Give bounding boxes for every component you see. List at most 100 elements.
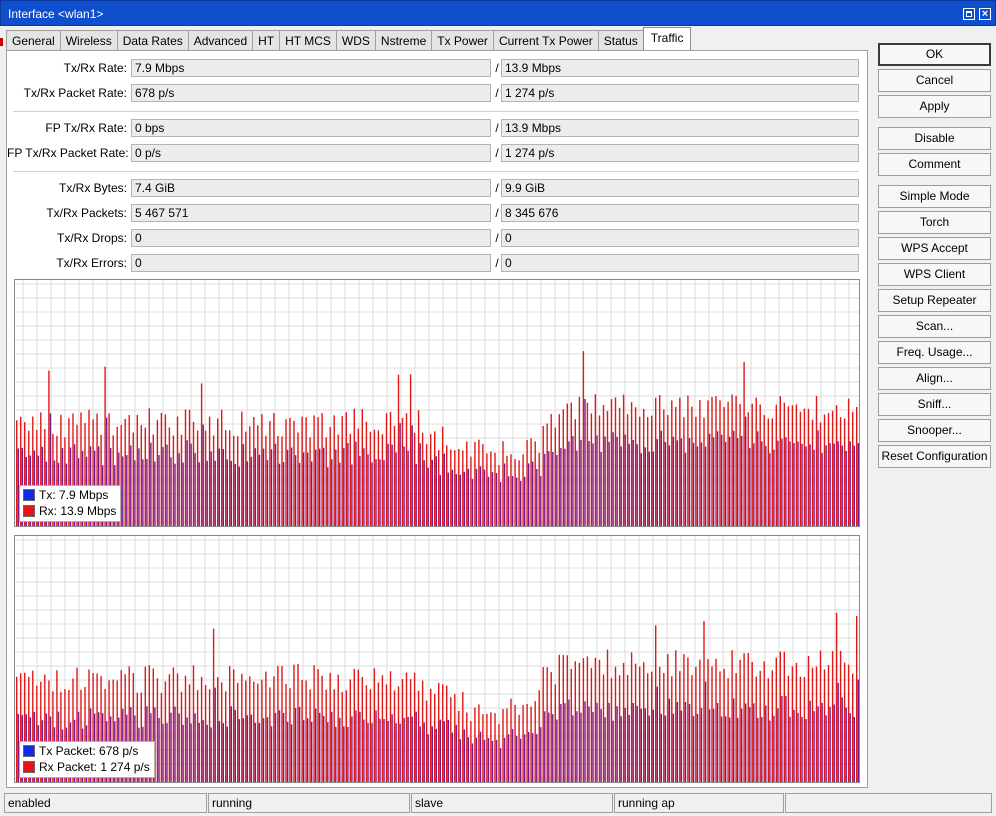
tx-bar: [712, 708, 715, 782]
rx-bar: [425, 444, 428, 526]
traffic-panel: Tx/Rx Rate: 7.9 Mbps / 13.9 Mbps Tx/Rx P…: [6, 50, 868, 788]
tx-packet-rate-field[interactable]: 678 p/s: [131, 84, 491, 102]
tx-bar: [520, 738, 522, 782]
tx-bar: [720, 716, 723, 782]
cancel-button[interactable]: Cancel: [878, 69, 991, 92]
rx-packet-rate-field[interactable]: 1 274 p/s: [501, 84, 859, 102]
tab-advanced[interactable]: Advanced: [187, 30, 254, 50]
tx-bar: [210, 727, 212, 782]
rx-bar: [643, 409, 645, 526]
fp-rx-rate-field[interactable]: 13.9 Mbps: [501, 119, 859, 137]
snooper-button[interactable]: Snooper...: [878, 419, 991, 442]
rx-bar: [687, 657, 689, 782]
tx-bar: [556, 719, 558, 782]
tx-bar: [262, 718, 265, 782]
tx-bar: [254, 722, 257, 782]
tx-rate-field[interactable]: 7.9 Mbps: [131, 59, 491, 77]
tx-drops-field[interactable]: 0: [131, 229, 491, 247]
rx-bar: [221, 682, 223, 782]
tab-tx-power[interactable]: Tx Power: [431, 30, 494, 50]
tab-current-tx-power[interactable]: Current Tx Power: [492, 30, 599, 50]
fp-tx-rate-field[interactable]: 0 bps: [131, 119, 491, 137]
tx-bar: [805, 719, 807, 782]
tab-data-rates[interactable]: Data Rates: [116, 30, 189, 50]
tab-wireless[interactable]: Wireless: [59, 30, 118, 50]
rx-bar: [486, 453, 488, 526]
rx-drops-field[interactable]: 0: [501, 229, 859, 247]
scan-button[interactable]: Scan...: [878, 315, 991, 338]
tab-traffic[interactable]: Traffic: [642, 27, 692, 50]
maximize-icon[interactable]: [963, 8, 975, 20]
tx-bar: [608, 441, 610, 526]
rx-bar: [747, 412, 749, 526]
rx-errors-field[interactable]: 0: [501, 254, 859, 272]
tx-bar: [793, 443, 795, 526]
tx-bar: [745, 703, 747, 782]
rx-bar: [699, 400, 701, 526]
align-button[interactable]: Align...: [878, 367, 991, 390]
tx-bar: [246, 715, 249, 782]
rx-bar: [241, 411, 243, 526]
rx-bar: [273, 676, 275, 782]
setup-repeater-button[interactable]: Setup Repeater: [878, 289, 991, 312]
tx-bar: [809, 444, 811, 526]
tx-bar: [656, 686, 658, 782]
tx-packets-field[interactable]: 5 467 571: [131, 204, 491, 222]
tx-bar: [560, 448, 562, 526]
rx-rate-field[interactable]: 13.9 Mbps: [501, 59, 859, 77]
legend-label: Rx Packet:: [39, 760, 98, 774]
apply-button[interactable]: Apply: [878, 95, 991, 118]
rx-bar: [369, 431, 372, 526]
rx-bar: [192, 422, 195, 526]
tab-status[interactable]: Status: [597, 30, 644, 50]
tx-bar: [471, 478, 474, 526]
tab-ht-mcs[interactable]: HT MCS: [279, 30, 337, 50]
tx-bytes-field[interactable]: 7.4 GiB: [131, 179, 491, 197]
torch-button[interactable]: Torch: [878, 211, 991, 234]
rx-bar: [241, 673, 243, 782]
tab-wds[interactable]: WDS: [335, 30, 376, 50]
rx-bar: [309, 437, 311, 526]
comment-button[interactable]: Comment: [878, 153, 991, 176]
rx-packets-field[interactable]: 8 345 676: [501, 204, 859, 222]
rx-bar: [289, 688, 291, 782]
rx-bar: [856, 407, 858, 526]
tx-bar: [636, 705, 638, 782]
rx-bar: [719, 400, 721, 526]
disable-button[interactable]: Disable: [878, 127, 991, 150]
tx-bar: [158, 455, 160, 526]
fp-tx-packet-rate-field[interactable]: 0 p/s: [131, 144, 491, 162]
rx-bar: [811, 419, 814, 526]
simple-mode-button[interactable]: Simple Mode: [878, 185, 991, 208]
tx-bar: [363, 448, 365, 526]
wps-accept-button[interactable]: WPS Accept: [878, 237, 991, 260]
sniff-button[interactable]: Sniff...: [878, 393, 991, 416]
tx-bar: [298, 706, 301, 782]
rx-bar: [389, 411, 392, 526]
tab-nstreme[interactable]: Nstreme: [374, 30, 433, 50]
tx-bar: [773, 449, 775, 526]
rx-bytes-field[interactable]: 9.9 GiB: [501, 179, 859, 197]
tx-bar: [668, 698, 671, 782]
close-icon[interactable]: ×: [979, 8, 991, 20]
rx-bar: [184, 675, 187, 782]
status-extra: [785, 793, 992, 813]
traffic-rate-graph: Tx: 7.9 Mbps Rx: 13.9 Mbps: [14, 279, 860, 527]
tx-bar: [403, 717, 405, 782]
fp-rx-packet-rate-field[interactable]: 1 274 p/s: [501, 144, 859, 162]
tx-bar: [801, 443, 803, 526]
tx-bar: [250, 456, 253, 526]
tab-ht[interactable]: HT: [252, 30, 281, 50]
wps-client-button[interactable]: WPS Client: [878, 263, 991, 286]
rx-bar: [454, 450, 456, 526]
ok-button[interactable]: OK: [878, 43, 991, 66]
tx-bar: [403, 446, 405, 526]
rx-bar: [168, 427, 171, 526]
tx-errors-field[interactable]: 0: [131, 254, 491, 272]
rx-bar: [751, 403, 753, 526]
reset-configuration-button[interactable]: Reset Configuration: [878, 445, 991, 468]
status-bar: enabled running slave running ap: [0, 791, 996, 816]
tx-bar: [503, 737, 506, 782]
tab-general[interactable]: General: [6, 30, 61, 50]
freq-usage-button[interactable]: Freq. Usage...: [878, 341, 991, 364]
